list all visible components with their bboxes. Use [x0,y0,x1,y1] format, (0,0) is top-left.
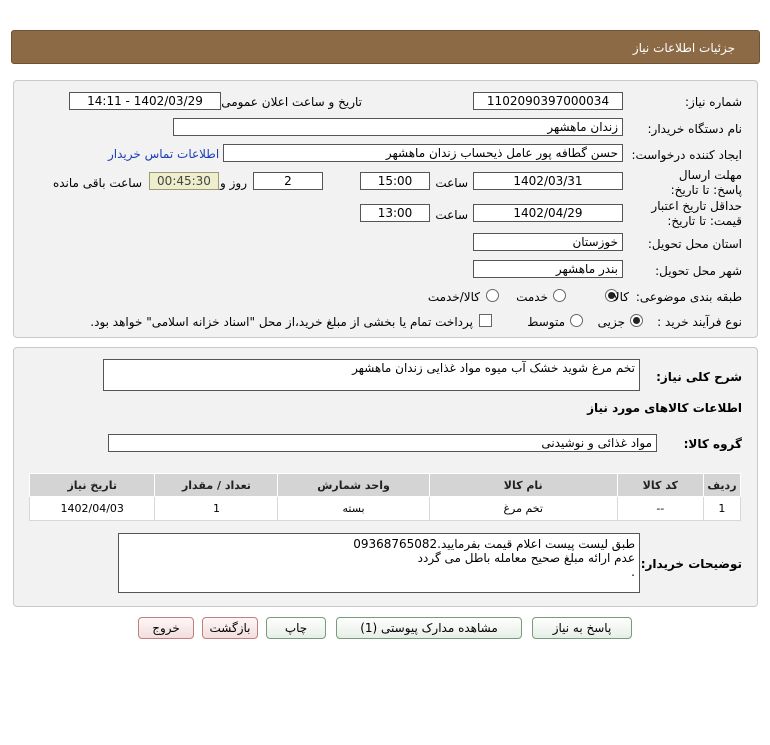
cell-date: 1402/04/03 [28,496,156,521]
attachments-button[interactable]: مشاهده مدارک پیوستی (1) [336,617,522,639]
process-label: نوع فرآیند خرید : [657,315,742,329]
reply-button[interactable]: پاسخ به نیاز [532,617,632,639]
reply-time-field[interactable]: 15:00 [360,172,430,190]
col-date: تاریخ نیاز [28,473,156,497]
announce-label: تاریخ و ساعت اعلان عمومی: [217,95,362,109]
goods-group-field[interactable]: مواد غذائی و نوشیدنی [108,434,657,452]
table-row: 1 -- تخم مرغ بسته 1 1402/04/03 [28,496,742,521]
col-code: کد کالا [616,473,704,497]
buyer-org-field[interactable]: زندان ماهشهر [173,118,623,136]
goods-info-title: اطلاعات کالاهای مورد نیاز [587,401,742,415]
time-remaining-label: ساعت باقی مانده [52,176,142,190]
validity-date-field[interactable]: 1402/04/29 [473,204,623,222]
goods-table: ردیف کد کالا نام کالا واحد شمارش تعداد /… [28,473,742,521]
category-radio-service[interactable] [553,289,566,302]
cell-unit: بسته [277,496,430,521]
cell-code: -- [616,496,704,521]
reply-time-label: ساعت [435,176,468,190]
print-button[interactable]: چاپ [266,617,326,639]
validity-label: حداقل تاریخ اعتبار قیمت: تا تاریخ: [651,199,742,228]
city-label: شهر محل تحویل: [655,264,742,278]
validity-time-field[interactable]: 13:00 [360,204,430,222]
reply-deadline-label: مهلت ارسال پاسخ: تا تاریخ: [670,168,742,197]
buyer-notes-line-3: . [631,565,635,579]
summary-field[interactable]: تخم مرغ شوید خشک آب میوه مواد غذایی زندا… [103,359,640,391]
col-unit: واحد شمارش [277,473,430,497]
exit-button[interactable]: خروج [138,617,194,639]
process-radio-minor[interactable] [630,314,643,327]
province-label: استان محل تحویل: [647,237,742,251]
treasury-payment-checkbox[interactable] [479,314,492,327]
summary-label: شرح کلی نیاز: [656,370,742,384]
cell-name: تخم مرغ [428,496,618,521]
category-option-goods-service: کالا/خدمت [427,290,480,304]
category-label: طبقه بندی موضوعی: [635,290,742,304]
creator-label: ایجاد کننده درخواست: [631,148,742,162]
province-field[interactable]: خوزستان [473,233,623,251]
need-number-label: شماره نیاز: [685,95,742,109]
buyer-notes-line-2: عدم ارائه مبلغ صحیح معامله باطل می گردد [417,551,635,565]
creator-field[interactable]: حسن گطافه پور عامل ذیحساب زندان ماهشهر [223,144,623,162]
days-remaining-field[interactable]: 2 [253,172,323,190]
treasury-payment-note: پرداخت تمام یا بخشی از مبلغ خرید،از محل … [90,315,473,329]
page-title: جزئیات اطلاعات نیاز [632,41,735,55]
col-qty: تعداد / مقدار [154,473,279,497]
buyer-org-label: نام دستگاه خریدار: [647,122,743,136]
goods-group-label: گروه کالا: [683,437,742,451]
buyer-notes-field[interactable]: طبق لیست پیست اعلام قیمت بفرمایید.093687… [118,533,640,593]
need-number-field[interactable]: 1102090397000034 [473,92,623,110]
col-name: نام کالا [428,473,618,497]
process-radio-medium[interactable] [570,314,583,327]
back-button[interactable]: بازگشت [202,617,258,639]
validity-time-label: ساعت [435,208,468,222]
buyer-notes-label: توضیحات خریدار: [640,557,742,571]
reply-date-field[interactable]: 1402/03/31 [473,172,623,190]
days-label: روز و [220,176,247,190]
city-field[interactable]: بندر ماهشهر [473,260,623,278]
goods-table-header: ردیف کد کالا نام کالا واحد شمارش تعداد /… [28,473,742,497]
buyer-notes-line-1: طبق لیست پیست اعلام قیمت بفرمایید.093687… [353,537,635,551]
cell-qty: 1 [154,496,279,521]
col-row: ردیف [702,473,742,497]
process-option-minor: جزیی [597,315,625,329]
category-radio-goods-service[interactable] [486,289,499,302]
cell-row: 1 [702,496,742,521]
process-option-medium: متوسط [527,315,565,329]
buyer-contact-link[interactable]: اطلاعات تماس خریدار [108,147,219,161]
announce-datetime-field[interactable]: 1402/03/29 - 14:11 [69,92,221,110]
time-remaining-field: 00:45:30 [149,172,219,190]
category-option-goods: کالا [612,290,629,304]
page-header: جزئیات اطلاعات نیاز [11,30,760,64]
category-option-service: خدمت [516,290,548,304]
